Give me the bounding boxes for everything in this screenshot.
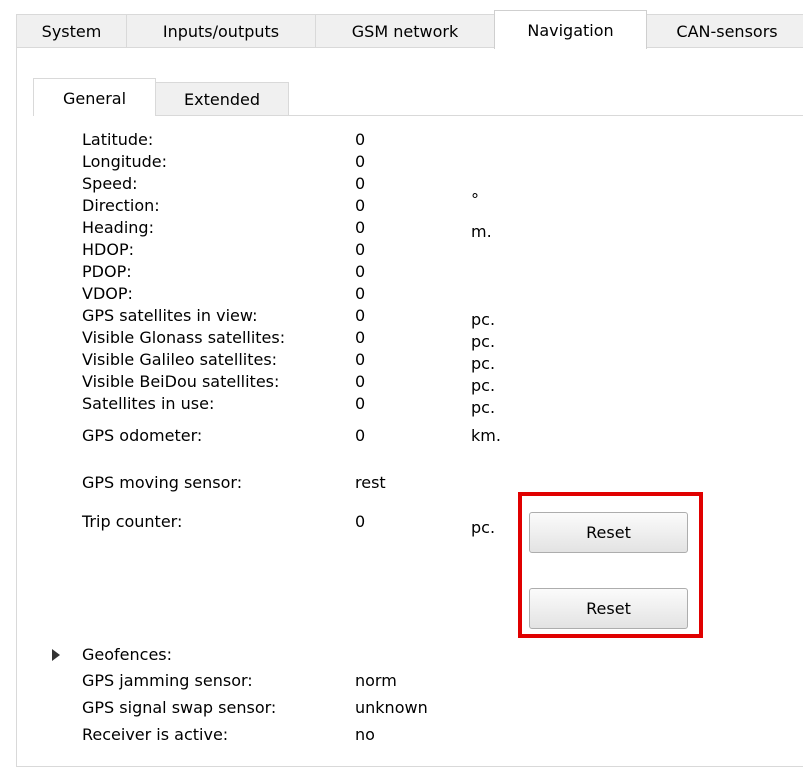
hdop-value: 0 xyxy=(355,240,366,259)
satellites-in-use-value: 0 xyxy=(355,394,366,413)
subtab-divider xyxy=(155,115,803,116)
gps-odometer-unit: km. xyxy=(471,426,501,445)
tab-system[interactable]: System xyxy=(16,14,127,48)
longitude-value: 0 xyxy=(355,152,366,171)
direction-value: 0 xyxy=(355,196,366,215)
vdop-label: VDOP: xyxy=(82,284,133,303)
main-tab-bar: System Inputs/outputs GSM network Naviga… xyxy=(0,0,803,49)
tab-navigation[interactable]: Navigation xyxy=(494,10,647,49)
beidou-satellites-label: Visible BeiDou satellites: xyxy=(82,372,280,391)
trip-counter-reset-button[interactable]: Reset xyxy=(529,588,688,629)
geofences-label: Geofences: xyxy=(82,645,173,664)
direction-label: Direction: xyxy=(82,196,160,215)
heading-label: Heading: xyxy=(82,218,154,237)
longitude-label: Longitude: xyxy=(82,152,167,171)
gps-satellites-unit: pc. xyxy=(471,310,496,329)
galileo-satellites-label: Visible Galileo satellites: xyxy=(82,350,278,369)
trip-counter-label: Trip counter: xyxy=(82,512,183,531)
gps-satellites-value: 0 xyxy=(355,306,366,325)
satellites-in-use-unit: pc. xyxy=(471,398,496,417)
glonass-satellites-unit: pc. xyxy=(471,332,496,351)
beidou-satellites-unit: pc. xyxy=(471,376,496,395)
galileo-satellites-value: 0 xyxy=(355,350,366,369)
subtab-general[interactable]: General xyxy=(33,78,156,116)
glonass-satellites-label: Visible Glonass satellites: xyxy=(82,328,286,347)
pdop-value: 0 xyxy=(355,262,366,281)
beidou-satellites-value: 0 xyxy=(355,372,366,391)
latitude-value: 0 xyxy=(355,130,366,149)
gps-odometer-label: GPS odometer: xyxy=(82,426,203,445)
gps-odometer-value: 0 xyxy=(355,426,366,445)
latitude-label: Latitude: xyxy=(82,130,154,149)
speed-value: 0 xyxy=(355,174,366,193)
vdop-value: 0 xyxy=(355,284,366,303)
tab-inputs-outputs[interactable]: Inputs/outputs xyxy=(126,14,316,48)
heading-unit: m. xyxy=(471,222,492,241)
trip-counter-unit: pc. xyxy=(471,518,496,537)
heading-value: 0 xyxy=(355,218,366,237)
tab-gsm-network[interactable]: GSM network xyxy=(315,14,495,48)
expand-arrow-icon[interactable] xyxy=(52,649,60,661)
gps-signal-swap-sensor-label: GPS signal swap sensor: xyxy=(82,698,277,717)
gps-moving-sensor-value: rest xyxy=(355,473,386,492)
receiver-active-value: no xyxy=(355,725,375,744)
direction-unit: ° xyxy=(471,190,479,209)
pdop-label: PDOP: xyxy=(82,262,132,281)
receiver-active-label: Receiver is active: xyxy=(82,725,229,744)
satellites-in-use-label: Satellites in use: xyxy=(82,394,215,413)
gps-satellites-label: GPS satellites in view: xyxy=(82,306,258,325)
galileo-satellites-unit: pc. xyxy=(471,354,496,373)
hdop-label: HDOP: xyxy=(82,240,134,259)
subtab-extended[interactable]: Extended xyxy=(155,82,289,115)
tab-can-sensors[interactable]: CAN-sensors xyxy=(646,14,803,48)
gps-moving-sensor-label: GPS moving sensor: xyxy=(82,473,243,492)
speed-label: Speed: xyxy=(82,174,138,193)
gps-signal-swap-sensor-value: unknown xyxy=(355,698,428,717)
odometer-reset-button[interactable]: Reset xyxy=(529,512,688,553)
gps-jamming-sensor-value: norm xyxy=(355,671,397,690)
trip-counter-value: 0 xyxy=(355,512,366,531)
glonass-satellites-value: 0 xyxy=(355,328,366,347)
gps-jamming-sensor-label: GPS jamming sensor: xyxy=(82,671,253,690)
